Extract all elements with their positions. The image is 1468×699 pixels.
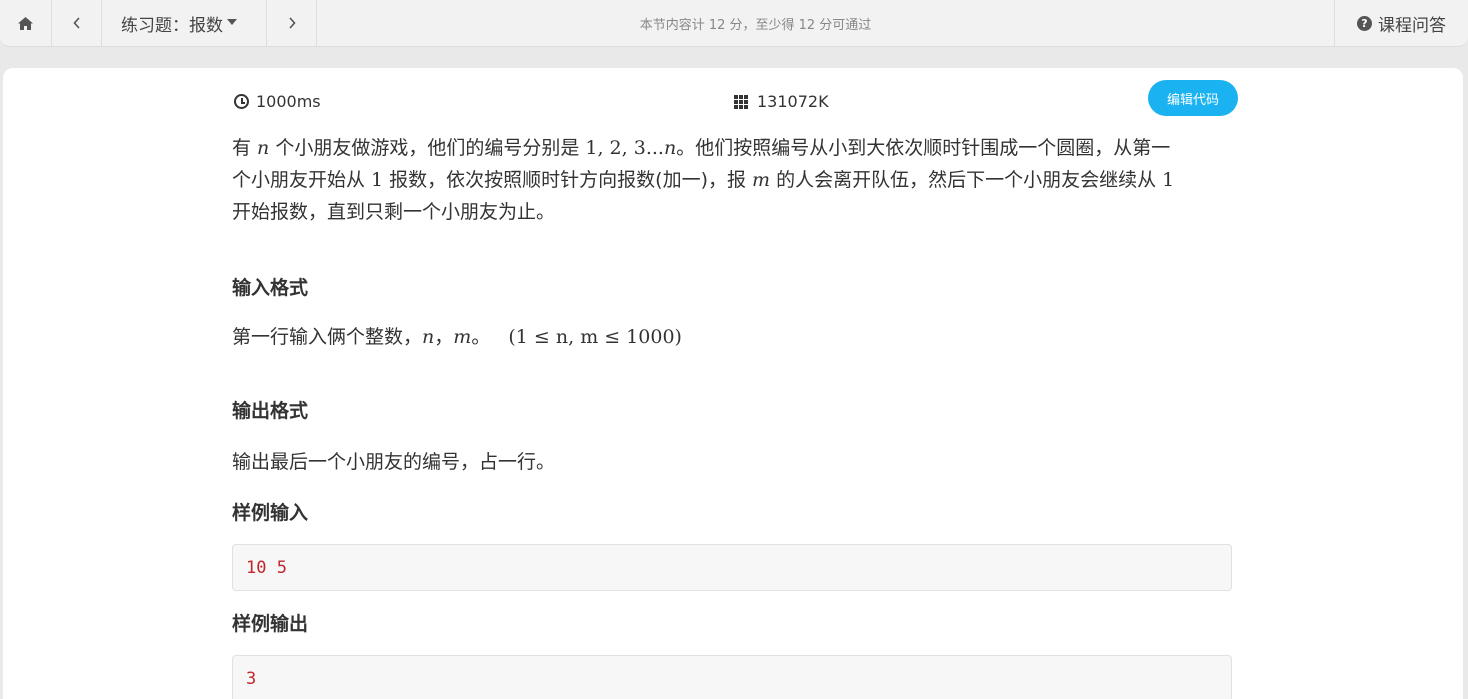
home-button[interactable]: [0, 0, 52, 46]
description-line-3: 开始报数，直到只剩一个小朋友为止。: [232, 201, 556, 223]
chevron-right-icon: [288, 17, 296, 29]
time-limit-value: 1000ms: [256, 92, 321, 111]
grid-icon: [734, 94, 750, 109]
memory-limit-value: 131072K: [757, 92, 829, 111]
input-format-text: 第一行输入俩个整数，n，m。 (1 ≤ n, m ≤ 1000): [232, 322, 682, 349]
math-seq: 1, 2, 3...n: [585, 137, 676, 159]
input-range-math: (1 ≤ n, m ≤ 1000): [508, 326, 682, 348]
input-format-heading: 输入格式: [232, 277, 309, 299]
math-var: n: [257, 137, 270, 159]
caret-down-icon: [227, 19, 237, 25]
course-qa-button[interactable]: ? 课程问答: [1335, 0, 1468, 46]
math-one: 1: [371, 169, 384, 191]
score-status-text: 本节内容计 12 分，至少得 12 分可通过: [639, 17, 872, 33]
question-circle-icon: ?: [1357, 15, 1372, 31]
output-format-heading: 输出格式: [232, 400, 309, 422]
problem-card: 1000ms 131072K 编辑代码 有 n 个小朋友做游戏，他们的编号分别是…: [3, 68, 1463, 699]
text: 。他们按照编号从小到大依次顺时针围成一个圆圈，从第一: [676, 137, 1171, 159]
output-format-text: 输出最后一个小朋友的编号，占一行。: [232, 451, 556, 473]
description-line-2: 个小朋友开始从 1 报数，依次按照顺时针方向报数(加一)，报 m 的人会离开队伍…: [232, 164, 1232, 196]
text: 有: [232, 137, 258, 159]
text: ，: [434, 326, 454, 348]
next-button[interactable]: [267, 0, 317, 46]
score-status: 本节内容计 12 分，至少得 12 分可通过: [317, 0, 1335, 46]
text: 个小朋友做游戏，他们的编号分别是: [269, 137, 586, 159]
limits-row: 1000ms 131072K 编辑代码: [232, 68, 1238, 132]
problem-description: 有 n 个小朋友做游戏，他们的编号分别是 1, 2, 3...n。他们按照编号从…: [232, 132, 1232, 228]
sample-output-heading: 样例输出: [232, 613, 309, 635]
chevron-left-icon: [72, 17, 80, 29]
math-one: 1: [1162, 169, 1175, 191]
sample-output-value: 3: [246, 668, 257, 689]
time-limit: 1000ms: [234, 92, 321, 111]
exercise-title: 练习题：报数: [121, 15, 223, 36]
top-navigation-bar: 练习题：报数 本节内容计 12 分，至少得 12 分可通过 ? 课程问答: [0, 0, 1468, 47]
text: 报数，依次按照顺时针方向报数(加一)，报: [383, 169, 753, 191]
description-line-1: 有 n 个小朋友做游戏，他们的编号分别是 1, 2, 3...n。他们按照编号从…: [232, 132, 1232, 164]
text: 第一行输入俩个整数，: [232, 326, 423, 348]
math-var: m: [453, 326, 472, 348]
text: 的人会离开队伍，然后下一个小朋友会继续从: [770, 169, 1163, 191]
previous-button[interactable]: [52, 0, 102, 46]
home-icon: [18, 16, 33, 30]
math-seq-text: 1, 2, 3...: [585, 137, 664, 159]
course-qa-label: 课程问答: [1378, 15, 1446, 36]
clock-icon: [234, 94, 249, 109]
math-var: n: [422, 326, 435, 348]
sample-input-box[interactable]: 10 5: [232, 544, 1232, 591]
problem-content: 1000ms 131072K 编辑代码 有 n 个小朋友做游戏，他们的编号分别是…: [232, 68, 1238, 699]
edit-code-button[interactable]: 编辑代码: [1148, 80, 1238, 116]
math-var: n: [663, 137, 677, 159]
sample-input-heading: 样例输入: [232, 502, 309, 524]
math-n: n: [257, 137, 269, 159]
sample-output-box[interactable]: 3: [232, 655, 1232, 699]
exercise-title-dropdown[interactable]: 练习题：报数: [102, 0, 267, 46]
math-var: m: [752, 169, 771, 191]
text: 个小朋友开始从: [232, 169, 372, 191]
text: 。: [471, 326, 491, 348]
memory-limit: 131072K: [734, 92, 829, 111]
sample-input-value: 10 5: [246, 557, 287, 578]
